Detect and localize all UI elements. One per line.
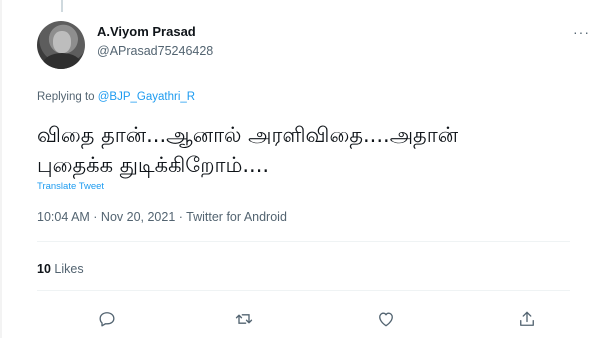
translate-tweet-link[interactable]: Translate Tweet [37, 181, 104, 192]
retweet-button[interactable] [230, 305, 258, 333]
replying-to: Replying to @BJP_Gayathri_R [37, 91, 195, 103]
share-button[interactable] [513, 305, 541, 333]
more-options-icon[interactable]: ··· [573, 24, 590, 40]
likes-count[interactable]: 10 Likes [37, 262, 84, 276]
tweet-text: விதை தான்...ஆனால் அரளிவிதை....அதான் புதை… [37, 120, 577, 180]
replying-to-link[interactable]: @BJP_Gayathri_R [98, 91, 195, 103]
tweet-text-line-1: விதை தான்...ஆனால் அரளிவிதை....அதான் [37, 123, 459, 147]
author-handle[interactable]: @APrasad75246428 [97, 44, 213, 58]
replying-prefix: Replying to [37, 91, 95, 103]
thread-connector-line [61, 0, 63, 12]
page-edge [0, 0, 2, 338]
author-name[interactable]: A.Viyom Prasad [97, 24, 196, 39]
avatar-face [53, 31, 71, 53]
retweet-icon [235, 314, 253, 324]
likes-number: 10 [37, 262, 51, 276]
like-icon [379, 312, 393, 327]
likes-label: Likes [54, 262, 84, 276]
reply-icon [99, 312, 115, 327]
divider-bottom [37, 290, 570, 291]
divider-top [37, 241, 570, 242]
tweet-timestamp[interactable]: 10:04 AM · Nov 20, 2021 · Twitter for An… [37, 210, 287, 224]
tweet-text-line-2: புதைக்க துடிக்கிறோம்.... [37, 153, 270, 177]
avatar-shoulders [43, 53, 81, 69]
avatar[interactable] [37, 21, 85, 69]
reply-button[interactable] [93, 305, 121, 333]
like-button[interactable] [372, 305, 400, 333]
share-icon [520, 311, 534, 326]
